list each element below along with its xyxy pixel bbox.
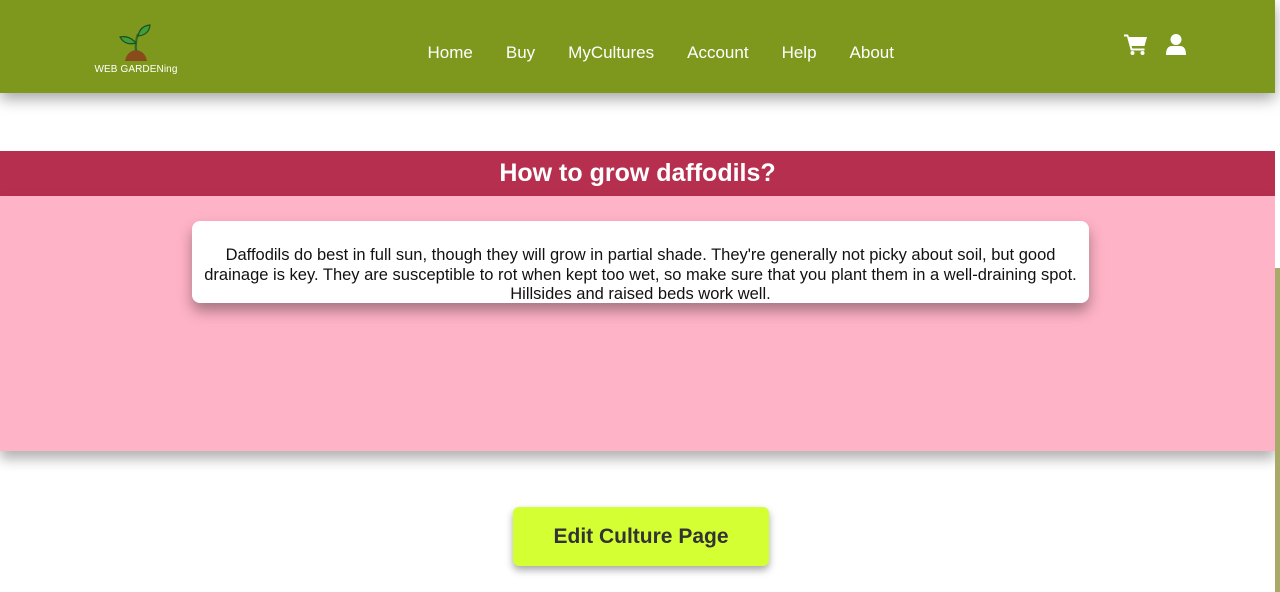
sprout-icon (119, 24, 151, 61)
header-icons (1124, 33, 1186, 60)
description-card: Daffodils do best in full sun, though th… (192, 221, 1089, 303)
top-header: WEB GARDENing Home Buy MyCultures Accoun… (0, 0, 1275, 93)
shopping-cart-icon[interactable] (1124, 33, 1148, 60)
logo-text: WEB GARDENing (94, 64, 178, 75)
nav-buy[interactable]: Buy (489, 43, 551, 63)
nav-mycultures[interactable]: MyCultures (552, 43, 671, 63)
section-body: Daffodils do best in full sun, though th… (0, 196, 1275, 451)
nav-about[interactable]: About (833, 43, 910, 63)
nav-help[interactable]: Help (765, 43, 833, 63)
user-icon[interactable] (1166, 33, 1186, 60)
scrollbar-thumb[interactable] (1275, 268, 1280, 592)
nav-home[interactable]: Home (411, 43, 489, 63)
description-text: Daffodils do best in full sun, though th… (204, 246, 1077, 303)
site-logo[interactable]: WEB GARDENing (90, 24, 182, 90)
edit-culture-page-button[interactable]: Edit Culture Page (513, 507, 769, 566)
section-title: How to grow daffodils? (499, 159, 776, 187)
page: WEB GARDENing Home Buy MyCultures Accoun… (0, 0, 1280, 592)
section-title-bar: How to grow daffodils? (0, 151, 1275, 196)
nav-account[interactable]: Account (671, 43, 765, 63)
main-nav: Home Buy MyCultures Account Help About (411, 43, 910, 63)
